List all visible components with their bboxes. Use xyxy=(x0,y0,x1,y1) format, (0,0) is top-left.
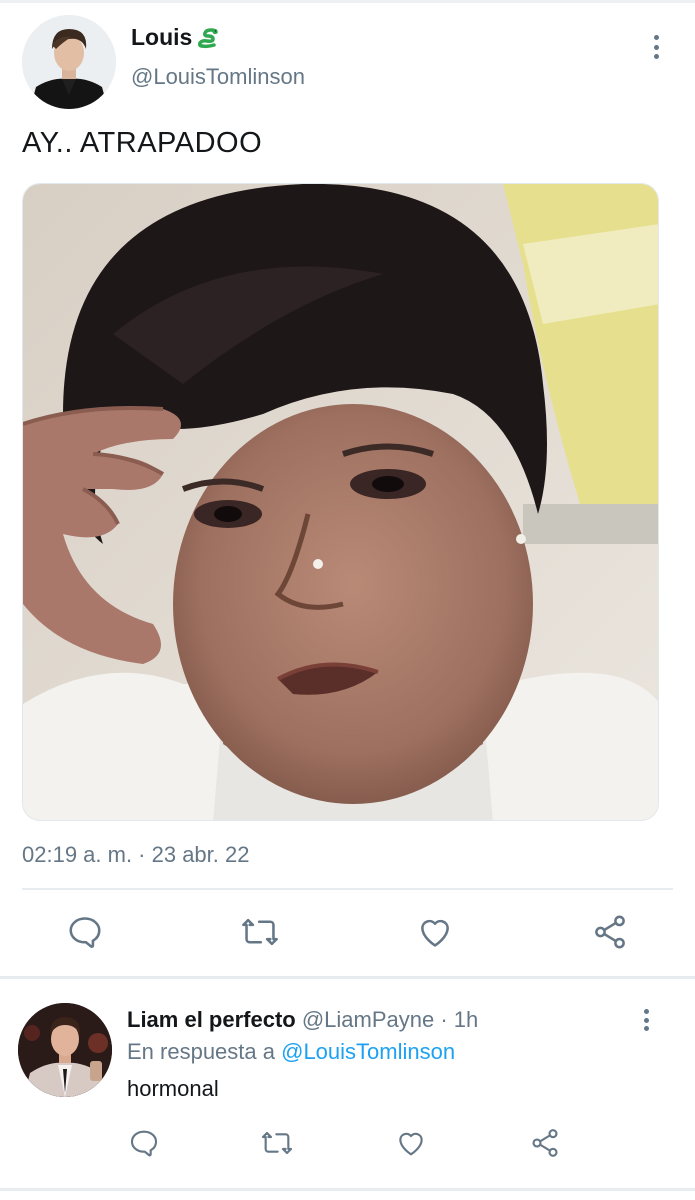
reply-actions-bar xyxy=(0,1121,695,1165)
reply-author-name[interactable]: Liam el perfecto xyxy=(127,1007,296,1032)
author-name-row[interactable]: Louis xyxy=(131,24,220,51)
reply-text: hormonal xyxy=(127,1076,219,1101)
reply-icon[interactable] xyxy=(122,1121,166,1165)
main-tweet: Louis @LouisTomlinson AY.. ATRAPADOO 02:… xyxy=(0,0,695,978)
share-icon[interactable] xyxy=(523,1121,567,1165)
tweet-timestamp[interactable]: 02:19 a. m. · 23 abr. 22 xyxy=(22,842,249,868)
tweet-media-image[interactable] xyxy=(22,183,659,821)
author-avatar[interactable] xyxy=(22,15,116,109)
reply-handle-time[interactable]: @LiamPayne · 1h xyxy=(302,1007,478,1032)
retweet-icon[interactable] xyxy=(255,1121,299,1165)
author-name[interactable]: Louis xyxy=(131,24,192,51)
tweet-actions-bar xyxy=(0,910,695,958)
share-icon[interactable] xyxy=(588,910,632,954)
reply-prefix: En respuesta a xyxy=(127,1039,275,1064)
reply-more-options-icon[interactable] xyxy=(636,1007,656,1033)
author-handle[interactable]: @LouisTomlinson xyxy=(131,64,305,90)
bottom-divider xyxy=(0,1188,695,1191)
more-options-icon[interactable] xyxy=(646,32,666,62)
reply-header: Liam el perfecto @LiamPayne · 1h xyxy=(127,1007,478,1033)
heart-icon[interactable] xyxy=(413,910,457,954)
reply-author-avatar[interactable] xyxy=(18,1003,112,1097)
divider xyxy=(22,888,673,890)
reply-to-link[interactable]: @LouisTomlinson xyxy=(281,1039,455,1064)
reply-icon[interactable] xyxy=(63,910,107,954)
thread-separator xyxy=(0,976,695,979)
heart-icon[interactable] xyxy=(389,1121,433,1165)
retweet-icon[interactable] xyxy=(238,910,282,954)
snake-icon xyxy=(196,26,220,50)
tweet-text: AY.. ATRAPADOO xyxy=(22,127,263,159)
reply-context: En respuesta a @LouisTomlinson xyxy=(127,1039,455,1065)
